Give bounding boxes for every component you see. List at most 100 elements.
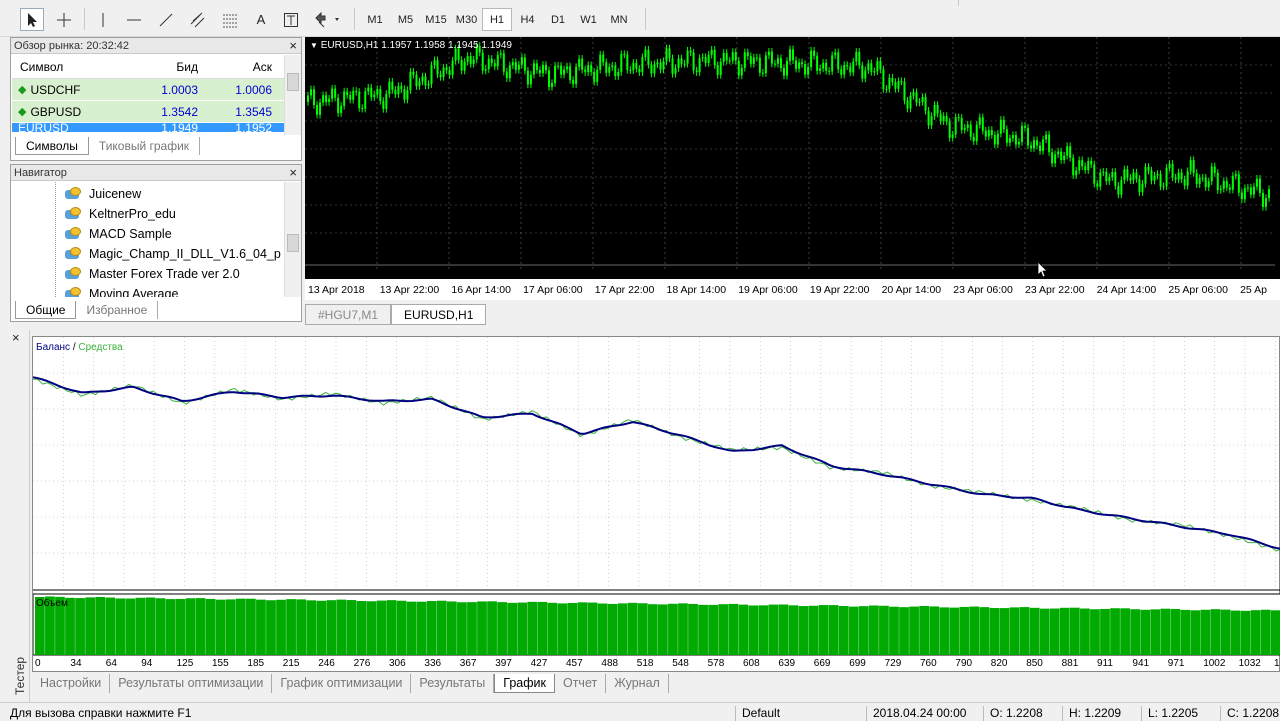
candle-body: [999, 119, 1002, 134]
volume-bar: [1100, 608, 1110, 655]
timeframe-m1[interactable]: M1: [360, 8, 390, 31]
close-icon[interactable]: ×: [289, 165, 297, 181]
tester-tab-0[interactable]: Настройки: [32, 674, 111, 693]
navigator-item[interactable]: Juicenew: [65, 184, 141, 204]
candle-body: [987, 129, 990, 137]
navigator-item[interactable]: Master Forex Trade ver 2.0: [65, 264, 240, 284]
candle-body: [1008, 138, 1011, 143]
volume-bar: [1190, 610, 1201, 655]
volume-bar: [748, 605, 759, 655]
candle-body: [445, 67, 448, 71]
close-icon[interactable]: ×: [289, 38, 297, 54]
timeframe-h4[interactable]: H4: [513, 8, 543, 31]
tester-x-tick: 1032: [1239, 658, 1262, 669]
column-bid[interactable]: Бид: [128, 60, 202, 74]
candle-body: [1063, 155, 1066, 161]
navigator-scrollbar[interactable]: [284, 182, 301, 297]
tester-tab-1[interactable]: Результаты оптимизации: [110, 674, 273, 693]
navigator-item[interactable]: Moving Average: [65, 284, 178, 297]
text-tool-button[interactable]: A: [250, 8, 272, 31]
candle-body: [942, 115, 945, 122]
market-watch-scrollbar[interactable]: [284, 55, 301, 135]
crosshair-button[interactable]: [52, 8, 76, 31]
candle-body: [837, 52, 840, 70]
candle-body: [352, 90, 355, 100]
tester-tab-6[interactable]: Журнал: [606, 674, 669, 693]
candle-body: [876, 60, 879, 72]
candle-body: [1002, 119, 1005, 130]
navigator-item[interactable]: MACD Sample: [65, 224, 172, 244]
candle-body: [581, 58, 584, 70]
timeframe-m15[interactable]: M15: [421, 8, 451, 31]
candle-body: [1174, 177, 1177, 180]
volume-bar: [1090, 609, 1100, 655]
candle-body: [969, 124, 972, 137]
candle-body: [686, 50, 689, 64]
navigator-panel: Навигатор × Juicenew KeltnerPro_edu MACD…: [10, 164, 302, 322]
horizontal-line-button[interactable]: [122, 8, 146, 31]
navigator-item[interactable]: KeltnerPro_edu: [65, 204, 176, 224]
volume-bar: [1110, 608, 1120, 655]
candle-body: [632, 62, 635, 71]
tester-x-tick: 699: [849, 658, 866, 669]
volume-bar: [1069, 607, 1080, 655]
timeframe-h1[interactable]: H1: [482, 8, 512, 31]
tab-favorites[interactable]: Избранное: [76, 301, 159, 319]
price-chart[interactable]: 13 Apr 2018 13 Apr 22:00 16 Apr 14:00 17 Ap…: [305, 37, 1280, 300]
column-symbol[interactable]: Символ: [12, 60, 128, 74]
cursor-tool-button[interactable]: [20, 8, 44, 31]
candle-body: [734, 52, 737, 61]
close-icon[interactable]: ×: [12, 330, 20, 346]
text-label-button[interactable]: [280, 8, 302, 31]
candle-body: [918, 101, 921, 103]
table-row[interactable]: ◆ USDCHF 1.0003 1.0006: [12, 79, 292, 101]
trendline-button[interactable]: [154, 8, 178, 31]
candle-body: [313, 89, 316, 106]
candle-body: [1057, 151, 1060, 155]
candle-body: [614, 65, 617, 77]
timeframe-w1[interactable]: W1: [574, 8, 604, 31]
candle-body: [861, 65, 864, 79]
tab-tick-chart[interactable]: Тиковый график: [89, 137, 201, 155]
table-row[interactable]: ◆ GBPUSD 1.3542 1.3545: [12, 101, 292, 123]
candle-body: [337, 97, 340, 114]
tab-common[interactable]: Общие: [15, 301, 77, 319]
arrows-dropdown-button[interactable]: [310, 8, 346, 31]
tester-tab-2[interactable]: График оптимизации: [272, 674, 412, 693]
chart-tab-hgu7[interactable]: #HGU7,M1: [305, 304, 392, 325]
fibonacci-button[interactable]: [218, 8, 242, 31]
candle-body: [1195, 172, 1198, 185]
volume-bar: [718, 604, 729, 655]
timeframe-m30[interactable]: M30: [452, 8, 482, 31]
candle-body: [840, 69, 843, 75]
timeframe-mn[interactable]: MN: [604, 8, 634, 31]
candle-body: [779, 58, 782, 69]
volume-bar: [838, 606, 849, 655]
vertical-line-button[interactable]: [92, 8, 114, 31]
candle-body: [641, 57, 644, 73]
tester-tab-5[interactable]: Отчет: [555, 674, 607, 693]
candle-body: [891, 77, 894, 82]
tester-tab-4[interactable]: График: [494, 674, 555, 693]
table-row-selected[interactable]: EURUSD 1.1949 1.1952: [12, 123, 292, 133]
timeframe-m5[interactable]: M5: [391, 8, 421, 31]
candle-body: [593, 72, 596, 82]
candle-body: [1117, 185, 1120, 195]
candle-body: [394, 89, 397, 95]
channel-button[interactable]: [186, 8, 210, 31]
navigator-item[interactable]: Magic_Champ_II_DLL_V1.6_04_p: [65, 244, 281, 264]
volume-bar: [818, 605, 829, 655]
tab-symbols[interactable]: Символы: [15, 137, 89, 155]
candle-body: [361, 108, 364, 110]
candle-body: [1075, 170, 1078, 176]
timeframe-d1[interactable]: D1: [543, 8, 573, 31]
candle-body: [807, 67, 810, 75]
tester-tab-3[interactable]: Результаты: [411, 674, 495, 693]
candle-body: [376, 89, 379, 95]
candle-body: [785, 60, 788, 76]
candle-body: [798, 62, 801, 69]
column-ask[interactable]: Аск: [202, 60, 276, 74]
volume-bar: [75, 598, 85, 655]
chart-tab-eurusd[interactable]: EURUSD,H1: [391, 304, 487, 325]
candle-body: [526, 70, 529, 85]
